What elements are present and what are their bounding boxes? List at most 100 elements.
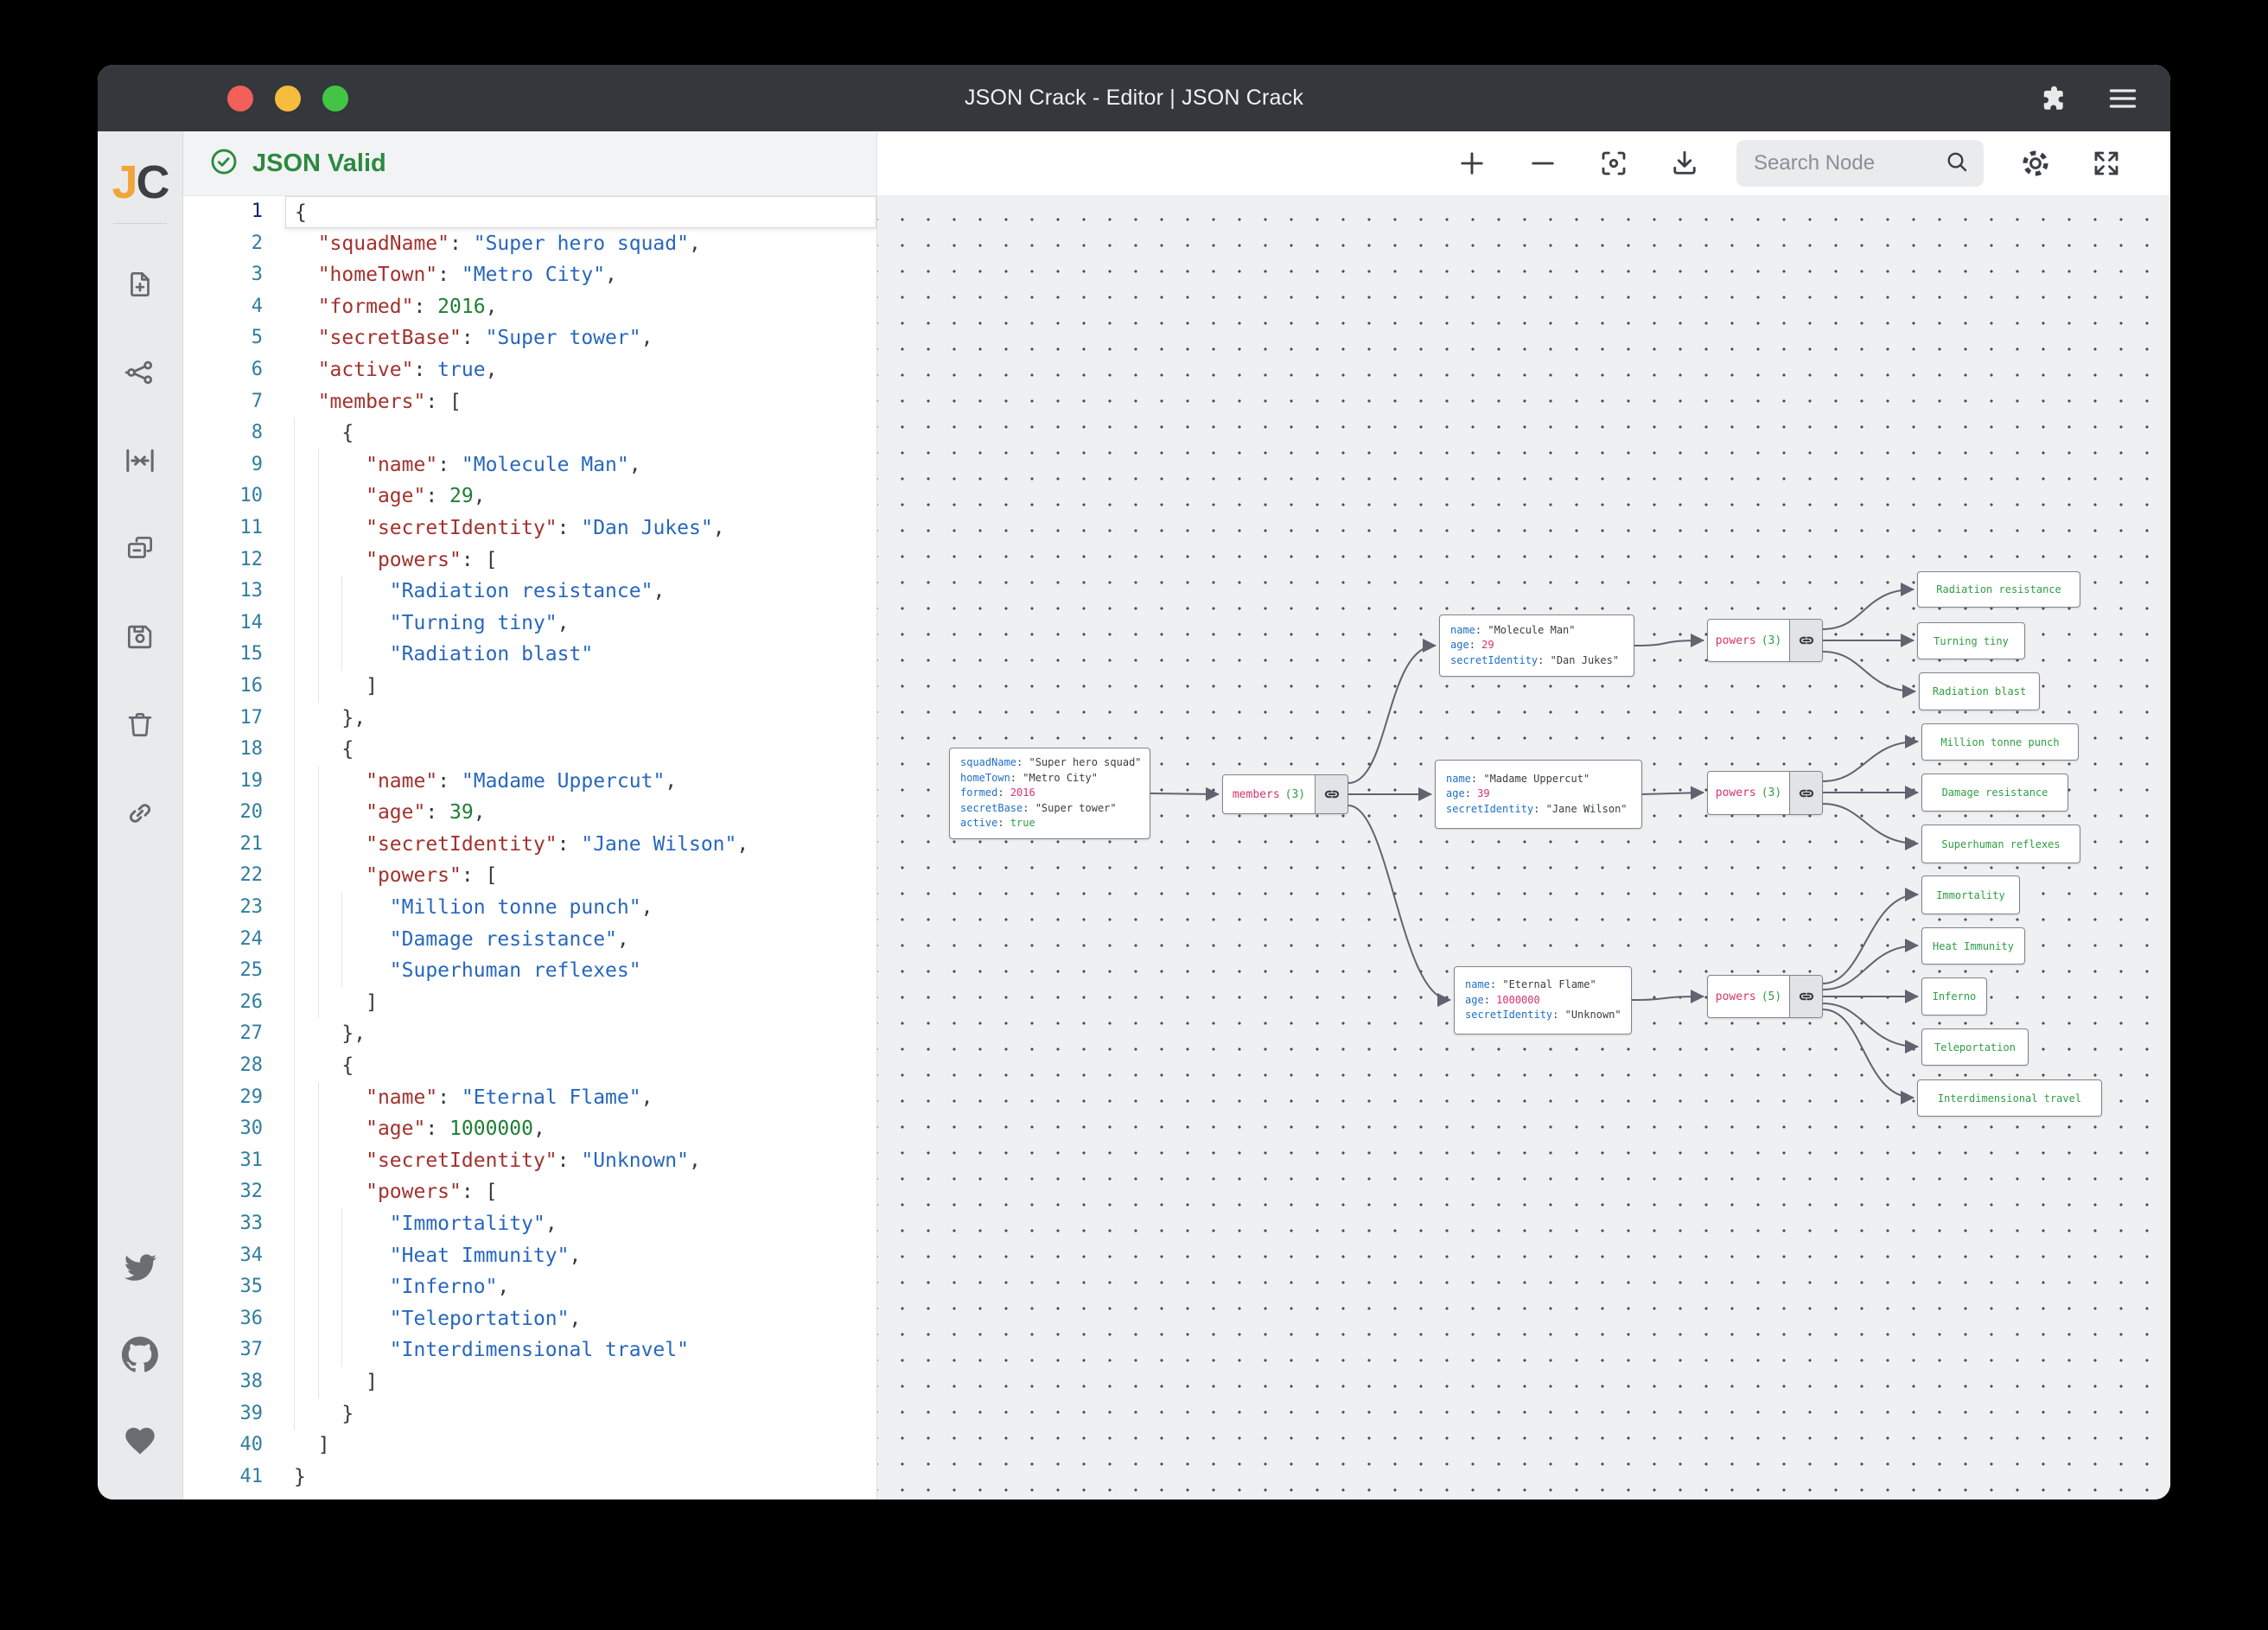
- code-line[interactable]: "age": 1000000,: [285, 1113, 876, 1145]
- code-line[interactable]: "Damage resistance",: [285, 924, 876, 956]
- graph-array-node[interactable]: powers(3): [1707, 619, 1823, 662]
- github-icon[interactable]: [112, 1327, 168, 1382]
- code-line[interactable]: "age": 39,: [285, 797, 876, 829]
- code-line[interactable]: "age": 29,: [285, 481, 876, 513]
- graph-object-node[interactable]: name: "Madame Uppercut"age: 39secretIden…: [1435, 760, 1642, 829]
- code-line[interactable]: ]: [285, 1429, 876, 1461]
- zoom-out-icon[interactable]: [1524, 144, 1562, 182]
- json-editor[interactable]: 1234567891011121314151617181920212223242…: [183, 196, 876, 1499]
- graph-edge: [1823, 804, 1918, 844]
- code-line[interactable]: },: [285, 1018, 876, 1050]
- minimize-window-button[interactable]: [275, 86, 301, 111]
- code-line[interactable]: "powers": [: [285, 860, 876, 892]
- extensions-puzzle-icon[interactable]: [2037, 83, 2068, 114]
- indent-guide: [294, 1082, 295, 1114]
- copy-icon[interactable]: [112, 521, 168, 576]
- expand-link-icon[interactable]: [1315, 775, 1347, 813]
- sponsor-heart-icon[interactable]: [112, 1413, 168, 1468]
- graph-edge: [1823, 1009, 1914, 1098]
- graph-array-node[interactable]: members(3): [1222, 774, 1348, 814]
- code-line[interactable]: "homeTown": "Metro City",: [285, 259, 876, 291]
- link-icon[interactable]: [112, 786, 168, 841]
- graph-object-node[interactable]: squadName: "Super hero squad"homeTown: "…: [949, 748, 1150, 839]
- fullscreen-icon[interactable]: [2087, 144, 2125, 182]
- expand-link-icon[interactable]: [1789, 976, 1822, 1017]
- graph-leaf-node[interactable]: Radiation blast: [1919, 672, 2040, 710]
- code-line[interactable]: },: [285, 703, 876, 735]
- code-line[interactable]: {: [285, 417, 876, 449]
- graph-leaf-node[interactable]: Interdimensional travel: [1917, 1079, 2102, 1117]
- search-icon[interactable]: [1944, 149, 1970, 179]
- code-line[interactable]: }: [285, 1398, 876, 1430]
- save-icon[interactable]: [112, 609, 168, 665]
- code-line[interactable]: "Heat Immunity",: [285, 1240, 876, 1272]
- code-line[interactable]: "Million tonne punch",: [285, 892, 876, 924]
- code-line[interactable]: "Immortality",: [285, 1208, 876, 1240]
- code-line[interactable]: "formed": 2016,: [285, 291, 876, 323]
- code-line[interactable]: "secretIdentity": "Unknown",: [285, 1145, 876, 1177]
- code-line[interactable]: "Turning tiny",: [285, 608, 876, 640]
- graph-leaf-node[interactable]: Heat Immunity: [1921, 927, 2025, 965]
- twitter-icon[interactable]: [112, 1240, 168, 1296]
- delete-trash-icon[interactable]: [112, 697, 168, 753]
- menu-icon[interactable]: [2106, 86, 2139, 111]
- code-line[interactable]: }: [285, 1461, 876, 1493]
- graph-leaf-node[interactable]: Teleportation: [1921, 1028, 2029, 1066]
- code-line[interactable]: "secretIdentity": "Jane Wilson",: [285, 829, 876, 861]
- titlebar: JSON Crack - Editor | JSON Crack: [98, 65, 2170, 131]
- code-line[interactable]: {: [285, 734, 876, 766]
- download-image-icon[interactable]: [1666, 144, 1704, 182]
- code-line[interactable]: ]: [285, 1366, 876, 1398]
- indent-guide: [318, 860, 319, 892]
- line-number: 17: [183, 703, 285, 735]
- code-line[interactable]: {: [285, 196, 876, 228]
- search-node-input[interactable]: [1754, 151, 1935, 175]
- share-graph-icon[interactable]: [112, 345, 168, 400]
- code-line[interactable]: "Radiation resistance",: [285, 576, 876, 608]
- code-line[interactable]: ]: [285, 671, 876, 703]
- graph-leaf-node[interactable]: Turning tiny: [1917, 622, 2025, 659]
- graph-leaf-node[interactable]: Million tonne punch: [1921, 723, 2079, 761]
- focus-node-icon[interactable]: [1595, 144, 1633, 182]
- graph-leaf-node[interactable]: Radiation resistance: [1917, 571, 2080, 608]
- code-lines[interactable]: {"squadName": "Super hero squad","homeTo…: [285, 196, 876, 1499]
- code-line[interactable]: "Teleportation",: [285, 1303, 876, 1335]
- code-line[interactable]: "name": "Madame Uppercut",: [285, 766, 876, 798]
- code-line[interactable]: {: [285, 1050, 876, 1082]
- zoom-in-icon[interactable]: [1453, 144, 1491, 182]
- node-field: squadName: "Super hero squad": [960, 755, 1139, 771]
- graph-array-node[interactable]: powers(5): [1707, 975, 1823, 1018]
- code-line[interactable]: "members": [: [285, 386, 876, 418]
- search-node-box[interactable]: [1736, 140, 1984, 187]
- code-line[interactable]: "Inferno",: [285, 1271, 876, 1303]
- graph-object-node[interactable]: name: "Eternal Flame"age: 1000000secretI…: [1454, 966, 1632, 1035]
- zoom-window-button[interactable]: [322, 86, 348, 111]
- expand-link-icon[interactable]: [1789, 772, 1822, 814]
- code-line[interactable]: "Interdimensional travel": [285, 1334, 876, 1366]
- graph-canvas[interactable]: squadName: "Super hero squad"homeTown: "…: [877, 196, 2170, 1499]
- graph-leaf-node[interactable]: Inferno: [1921, 977, 1987, 1016]
- code-line[interactable]: "squadName": "Super hero squad",: [285, 228, 876, 260]
- jsoncrack-logo[interactable]: JC: [111, 156, 168, 209]
- code-line[interactable]: "secretBase": "Super tower",: [285, 322, 876, 354]
- collapse-horizontal-icon[interactable]: [112, 433, 168, 488]
- new-file-icon[interactable]: [112, 257, 168, 312]
- expand-link-icon[interactable]: [1789, 620, 1822, 661]
- graph-leaf-node[interactable]: Superhuman reflexes: [1921, 825, 2080, 863]
- code-line[interactable]: "Radiation blast": [285, 639, 876, 671]
- graph-leaf-node[interactable]: Immortality: [1921, 875, 2020, 914]
- indent-guide: [318, 1366, 319, 1398]
- settings-gear-icon[interactable]: [2016, 144, 2055, 182]
- code-line[interactable]: "name": "Eternal Flame",: [285, 1082, 876, 1114]
- graph-object-node[interactable]: name: "Molecule Man"age: 29secretIdentit…: [1439, 614, 1634, 677]
- close-window-button[interactable]: [227, 86, 253, 111]
- graph-leaf-node[interactable]: Damage resistance: [1921, 774, 2068, 812]
- code-line[interactable]: "active": true,: [285, 354, 876, 386]
- code-line[interactable]: "powers": [: [285, 544, 876, 576]
- code-line[interactable]: "name": "Molecule Man",: [285, 449, 876, 481]
- code-line[interactable]: "Superhuman reflexes": [285, 955, 876, 987]
- code-line[interactable]: ]: [285, 987, 876, 1019]
- code-line[interactable]: "powers": [: [285, 1176, 876, 1208]
- code-line[interactable]: "secretIdentity": "Dan Jukes",: [285, 513, 876, 544]
- graph-array-node[interactable]: powers(3): [1707, 771, 1823, 815]
